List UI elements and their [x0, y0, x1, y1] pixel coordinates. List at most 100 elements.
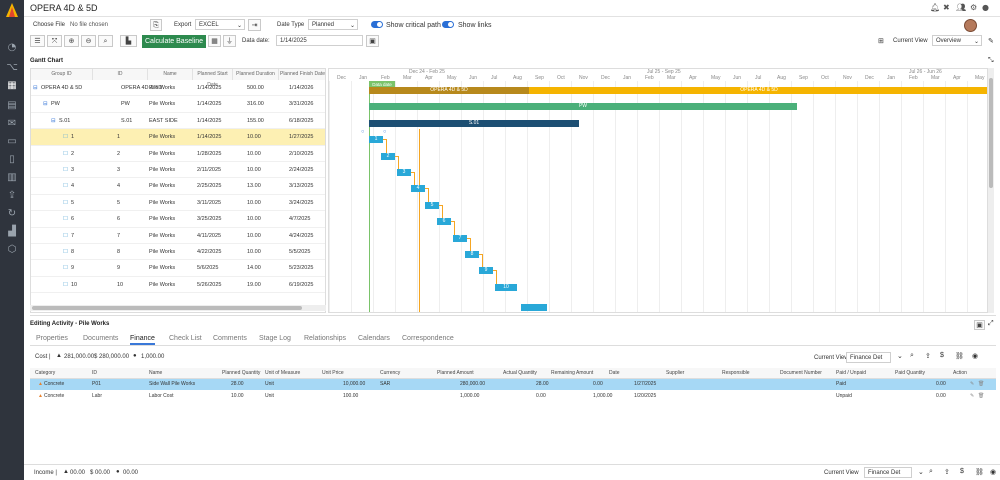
filter-icon[interactable]: ⏚: [223, 35, 236, 47]
gantt-task-bar[interactable]: 5: [425, 201, 439, 209]
link-handle-icon[interactable]: ○: [383, 127, 386, 137]
mail-icon[interactable]: ✉: [5, 118, 19, 130]
baseline-icon[interactable]: ▙: [120, 35, 137, 47]
upload-icon[interactable]: ⇪: [944, 468, 950, 476]
table-row[interactable]: ☐ 4 4 Pile Works 2/25/2025 13.00 3/13/2025: [31, 178, 325, 195]
save-icon[interactable]: ▣: [366, 35, 379, 47]
finance-col-header[interactable]: Document Number: [780, 369, 822, 378]
finance-col-header[interactable]: Planned Quantity: [222, 369, 260, 378]
table-row[interactable]: ☐ 1 1 Pile Works 1/14/2025 10.00 1/27/2025: [31, 129, 325, 146]
chevron-down-icon[interactable]: ⌄: [897, 352, 903, 360]
gantt-task-bar[interactable]: 3: [397, 169, 411, 176]
finance-col-header[interactable]: Planned Amount: [437, 369, 474, 378]
save-icon[interactable]: ▣: [974, 320, 985, 330]
search-icon[interactable]: ⌕: [98, 35, 113, 47]
edit-icon[interactable]: ✎: [970, 391, 974, 402]
users-icon[interactable]: 👥︎: [956, 3, 966, 12]
gantt-task-bar[interactable]: 8: [465, 251, 479, 258]
gantt-task-bar[interactable]: 6: [437, 218, 451, 226]
tab-comments[interactable]: Comments: [213, 335, 247, 342]
tab-check-list[interactable]: Check List: [169, 335, 202, 342]
finance-row[interactable]: ▲ Concrete Labr Labor Cost 10.00 Unit 100.00 1,…: [30, 391, 996, 402]
vertical-scrollbar[interactable]: [988, 68, 994, 313]
tab-correspondence[interactable]: Correspondence: [402, 335, 454, 342]
col-group-id[interactable]: Group ID: [31, 69, 93, 80]
chart-icon[interactable]: ▟: [5, 226, 19, 238]
table-row[interactable]: ☐ 7 7 Pile Works 4/11/2025 10.00 4/24/2025: [31, 228, 325, 244]
link-icon[interactable]: ⛓: [955, 352, 964, 360]
table-row[interactable]: ☐ 5 5 Pile Works 3/11/2025 10.00 3/24/2025: [31, 195, 325, 212]
tab-documents[interactable]: Documents: [83, 335, 118, 342]
table-row[interactable]: ☐ 8 8 Pile Works 4/22/2025 10.00 5/5/2025: [31, 244, 325, 261]
layout-icon[interactable]: ⊞: [878, 37, 884, 45]
tools-icon[interactable]: ✖: [943, 3, 950, 12]
expand-icon[interactable]: ⤧: [47, 35, 62, 47]
gantt-task-bar[interactable]: 2: [381, 152, 395, 160]
tab-finance[interactable]: Finance: [130, 335, 155, 345]
tab-properties[interactable]: Properties: [36, 335, 68, 342]
table-row[interactable]: ☐ 9 9 Pile Works 5/6/2025 14.00 5/23/2025: [31, 260, 325, 277]
col-name[interactable]: Name: [148, 69, 193, 80]
calculate-baseline-button[interactable]: Calculate Baseline: [142, 35, 206, 48]
finance-row[interactable]: ▲ Concrete P01 Side Wall Pile Works 28.00 Uni…: [30, 379, 996, 390]
table-row[interactable]: ☐ 10 10 Pile Works 5/26/2025 19.00 6/19/2025: [31, 277, 325, 294]
settings-icon[interactable]: ⚙: [970, 3, 977, 12]
col-start[interactable]: Planned Start Date: [193, 69, 233, 88]
dollar-icon[interactable]: $: [940, 352, 944, 359]
finance-col-header[interactable]: Remaining Amount: [551, 369, 593, 378]
finance-col-header[interactable]: Category: [35, 369, 55, 378]
horizontal-scrollbar[interactable]: [30, 305, 326, 311]
table-row[interactable]: ☐ 3 3 Pile Works 2/11/2025 10.00 2/24/2025: [31, 162, 325, 179]
link-icon[interactable]: ⛓: [975, 468, 984, 476]
dollar-icon[interactable]: $: [960, 468, 964, 475]
finance-col-header[interactable]: Actual Quantity: [503, 369, 537, 378]
tab-relationships[interactable]: Relationships: [304, 335, 346, 342]
gantt-task-bar[interactable]: 10: [495, 283, 517, 291]
edit-icon[interactable]: ✎: [988, 37, 994, 45]
table-row[interactable]: ⊟ PW PW Pile Works 1/14/2025 316.00 3/31/2026: [31, 96, 325, 113]
calendar-icon[interactable]: ▦: [208, 35, 221, 47]
finance-col-header[interactable]: Unit Price: [322, 369, 344, 378]
gantt-bar[interactable]: OPERA 4D & 5D: [369, 87, 529, 94]
edit-icon[interactable]: ✎: [970, 379, 974, 390]
eye-icon[interactable]: ◉: [990, 468, 996, 476]
profile-icon[interactable]: ●: [982, 3, 989, 12]
finance-col-header[interactable]: Currency: [380, 369, 400, 378]
finance-col-header[interactable]: Paid / Unpaid: [836, 369, 866, 378]
export-select[interactable]: EXCEL ⌄: [195, 19, 245, 30]
link-handle-icon[interactable]: ○: [361, 127, 364, 137]
data-date-input[interactable]: 1/14/2025: [276, 35, 363, 46]
eye-icon[interactable]: ◉: [972, 352, 978, 360]
zoom-out-icon[interactable]: ⊖: [81, 35, 96, 47]
finance-col-header[interactable]: Unit of Measure: [265, 369, 300, 378]
choose-file-button[interactable]: Choose File: [33, 22, 65, 28]
network-icon[interactable]: ⌥: [5, 62, 19, 74]
finance-col-header[interactable]: Date: [609, 369, 620, 378]
finance-col-header[interactable]: ID: [92, 369, 97, 378]
delete-icon[interactable]: 🗑︎: [978, 391, 984, 402]
finance-col-header[interactable]: Supplier: [666, 369, 684, 378]
col-duration[interactable]: Planned Duration: [233, 69, 279, 80]
finance-col-header[interactable]: Paid Quantity: [895, 369, 925, 378]
tab-stage-log[interactable]: Stage Log: [259, 335, 291, 342]
col-id[interactable]: ID: [93, 69, 148, 80]
finance-view-select[interactable]: Finance Det: [846, 352, 891, 363]
avatar[interactable]: [964, 19, 977, 32]
tab-calendars[interactable]: Calendars: [358, 335, 390, 342]
zoom-in-icon[interactable]: ⊕: [64, 35, 79, 47]
gantt-task-bar[interactable]: 4: [411, 185, 425, 193]
box-icon[interactable]: ⬡: [5, 244, 19, 256]
table-row[interactable]: ⊟ S.01 S.01 EAST SIDE 1/14/2025 155.00 6/18/20…: [31, 113, 325, 130]
document-icon[interactable]: ▭: [5, 136, 19, 148]
search-icon[interactable]: ⌕: [910, 352, 914, 360]
gantt-task-bar[interactable]: 7: [453, 234, 467, 242]
clipboard-icon[interactable]: ▯: [5, 154, 19, 166]
import-icon[interactable]: ⎘: [150, 19, 162, 31]
col-finish[interactable]: Planned Finish Date: [279, 69, 325, 80]
splitter[interactable]: [30, 313, 996, 316]
upload-icon[interactable]: ⇪: [5, 190, 19, 202]
search-icon[interactable]: ⌕: [929, 468, 933, 476]
table-row[interactable]: ☐ 6 6 Pile Works 3/25/2025 10.00 4/7/2025: [31, 211, 325, 228]
upload-icon[interactable]: ⇪: [925, 352, 931, 360]
finance-col-header[interactable]: Responsible: [722, 369, 750, 378]
